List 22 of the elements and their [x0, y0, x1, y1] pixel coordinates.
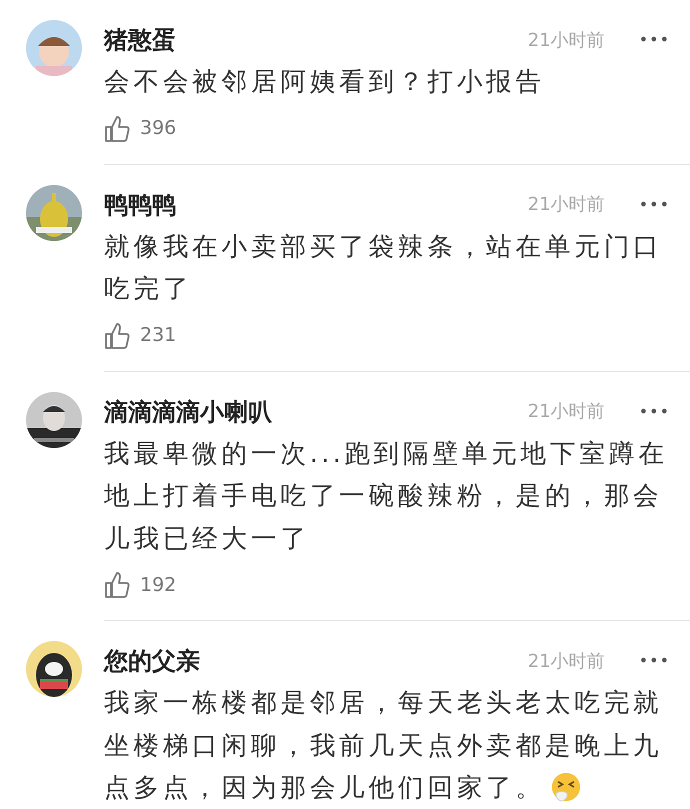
comment-text: 就像我在小卖部买了袋辣条，站在单元门口吃完了 [104, 230, 664, 306]
like-count: 192 [140, 572, 176, 598]
like-icon[interactable] [104, 322, 130, 350]
like-count: 231 [140, 323, 176, 348]
like-count: 396 [140, 116, 176, 142]
like-icon[interactable] [104, 571, 130, 599]
comment-text: 我最卑微的一次...跑到隔壁单元地下室蹲在地上打着手电吃了一碗酸辣粉，是的，那会儿我已经大一了 [104, 438, 669, 556]
timestamp: 21小时前 [528, 400, 605, 424]
more-button[interactable]: ••• [638, 28, 670, 52]
more-button[interactable]: ••• [638, 400, 670, 424]
comment-text: 会不会被邻居阿姨看到？打小报告 [104, 66, 546, 99]
timestamp: 21小时前 [528, 28, 605, 52]
timestamp: 21小时前 [528, 650, 605, 674]
more-button[interactable]: ••• [638, 649, 670, 673]
username[interactable]: 滴滴滴滴小喇叭 [104, 394, 272, 430]
username[interactable]: 鸭鸭鸭 [104, 186, 176, 222]
like-icon[interactable] [104, 114, 130, 142]
username[interactable]: 您的父亲 [104, 643, 200, 679]
comment-text: 我家一栋楼都是邻居，每天老头老太吃完就坐楼梯口闲聊，我前几天点外卖都是晚上九点多点，因为那会儿他们回家了。 [104, 687, 664, 805]
username[interactable]: 猪憨蛋 [104, 22, 176, 58]
more-button[interactable]: ••• [638, 192, 670, 216]
timestamp: 21小时前 [528, 193, 605, 217]
